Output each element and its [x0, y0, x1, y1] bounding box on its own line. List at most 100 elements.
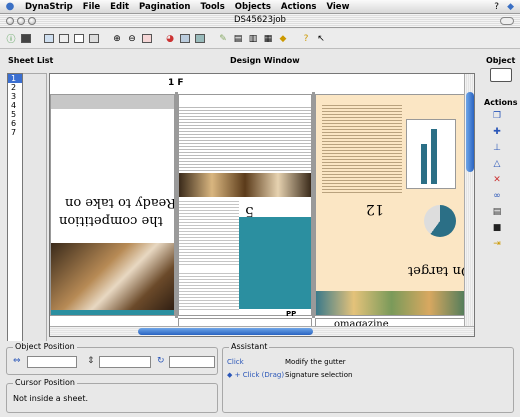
sheet-list-item[interactable]: 1: [8, 74, 22, 83]
delete-icon[interactable]: ✕: [490, 174, 504, 185]
y-position-field[interactable]: [99, 356, 151, 368]
object-position-group: Object Position ⇔ ⇕ ↻: [6, 342, 218, 375]
actions-palette: ❐ ✚ ⊥ △ ✕ ∞ ▤ ■ ⇥: [490, 110, 504, 249]
text-column-block: [179, 105, 311, 171]
apple-menu-icon[interactable]: ●: [0, 1, 20, 12]
horizontal-scroll-thumb[interactable]: [138, 328, 313, 335]
menu-view[interactable]: View: [321, 2, 354, 12]
horizontal-scrollbar[interactable]: [50, 326, 474, 336]
menu-edit[interactable]: Edit: [105, 2, 134, 12]
actions-label: Actions: [484, 98, 518, 107]
triangle-icon[interactable]: △: [490, 158, 504, 169]
stack-icon[interactable]: ▤: [490, 206, 504, 217]
page-spread-middle[interactable]: 5: [178, 94, 312, 316]
cursor-position-value: Not inside a sheet.: [13, 394, 88, 403]
window-title-bar[interactable]: DS45623job: [0, 14, 520, 28]
headline-competition: the competition: [59, 213, 163, 228]
application-switcher-icon[interactable]: ◆: [507, 2, 514, 12]
headline-ready: Ready to take on: [65, 195, 175, 210]
assistant-group: Assistant Click Modify the gutter ◆ + Cl…: [222, 342, 514, 413]
window-title: DS45623job: [234, 15, 286, 25]
design-window-label: Design Window: [230, 56, 300, 65]
command-key-icon: ◆: [227, 371, 235, 379]
vertical-arrows-icon: ⇕: [87, 356, 95, 366]
menu-file[interactable]: File: [78, 2, 105, 12]
zoom-out-icon[interactable]: ⊖: [126, 33, 138, 45]
link-icon[interactable]: ∞: [490, 190, 504, 201]
status-area: Object Position ⇔ ⇕ ↻ Cursor Position No…: [0, 341, 520, 417]
page-label-pp: PP: [286, 310, 297, 318]
assistant-action: Click: [227, 358, 244, 366]
copy-icon[interactable]: [88, 33, 100, 45]
pointer-icon[interactable]: ↖: [315, 33, 327, 45]
info-icon[interactable]: ⓘ: [5, 33, 17, 45]
sheet-list-item[interactable]: 4: [8, 101, 22, 110]
page-number-12: 12: [366, 201, 384, 217]
save-icon[interactable]: [20, 33, 32, 45]
image-strip: [179, 173, 311, 197]
body-text-left: [179, 199, 239, 267]
food-photo: [51, 243, 174, 313]
vertical-scrollbar[interactable]: [464, 74, 474, 336]
duplicate-icon[interactable]: ❐: [490, 110, 504, 121]
sheet-list-item[interactable]: 6: [8, 119, 22, 128]
object-position-label: Object Position: [13, 342, 77, 351]
sheet-list-item[interactable]: 2: [8, 83, 22, 92]
menu-dynastrip[interactable]: DynaStrip: [20, 2, 78, 12]
body-text-lower: [179, 271, 239, 311]
x-position-field[interactable]: [27, 356, 77, 368]
cursor-position-label: Cursor Position: [13, 378, 77, 387]
align-icon[interactable]: ⊥: [490, 142, 504, 153]
assistant-label: Assistant: [229, 342, 270, 351]
body-text-columns: [322, 103, 402, 193]
sheet-list[interactable]: 1 2 3 4 5 6 7: [7, 73, 23, 343]
sheet-list-item[interactable]: 7: [8, 128, 22, 137]
layout-icon[interactable]: [194, 33, 206, 45]
sheet-list-label: Sheet List: [8, 56, 54, 65]
menu-pagination[interactable]: Pagination: [134, 2, 195, 12]
menu-actions[interactable]: Actions: [276, 2, 322, 12]
move-icon[interactable]: ⇥: [490, 238, 504, 249]
headline-on-target: On target: [408, 263, 466, 278]
vertical-scroll-thumb[interactable]: [466, 92, 474, 172]
fill-icon[interactable]: ■: [490, 222, 504, 233]
object-preview[interactable]: [490, 68, 512, 82]
zoom-in-icon[interactable]: ⊕: [111, 33, 123, 45]
help-menu-icon[interactable]: ?: [494, 2, 499, 12]
pie-graphic: [424, 205, 456, 237]
page-spread-left[interactable]: the competition Ready to take on: [50, 94, 175, 316]
sheet-list-item[interactable]: 5: [8, 110, 22, 119]
rotate-icon: ↻: [157, 356, 165, 366]
output-icon[interactable]: ▦: [262, 33, 274, 45]
sheet-icon[interactable]: [58, 33, 70, 45]
add-icon[interactable]: ✚: [490, 126, 504, 137]
new-sheet-icon[interactable]: [43, 33, 55, 45]
sheet-list-scroll-area: [23, 73, 47, 343]
toolbar: ⓘ ⊕ ⊖ ◕ ✎ ▤ ▥ ▦ ◆ ? ↖: [0, 29, 520, 49]
rotation-field[interactable]: [169, 356, 215, 368]
pages-icon[interactable]: [73, 33, 85, 45]
layers-icon[interactable]: [179, 33, 191, 45]
design-window[interactable]: 1 F the competition Ready to take on 5 1…: [49, 73, 475, 337]
sidebar-chart: [406, 119, 456, 189]
menu-objects[interactable]: Objects: [230, 2, 276, 12]
toolbar-toggle-button[interactable]: [500, 17, 514, 25]
footer-image: [316, 291, 465, 315]
chart-bar: [431, 129, 437, 184]
print-icon[interactable]: ▤: [232, 33, 244, 45]
sheet-list-item[interactable]: 3: [8, 92, 22, 101]
zoom-fit-icon[interactable]: [141, 33, 153, 45]
edit-icon[interactable]: ✎: [217, 33, 229, 45]
press-icon[interactable]: ▥: [247, 33, 259, 45]
page-header-bar: [51, 95, 174, 109]
tag-icon[interactable]: ◆: [277, 33, 289, 45]
help-icon[interactable]: ?: [300, 33, 312, 45]
color-wheel-icon[interactable]: ◕: [164, 33, 176, 45]
chart-bar: [421, 144, 427, 184]
sheet-side-label: 1 F: [168, 78, 184, 88]
menu-tools[interactable]: Tools: [195, 2, 229, 12]
assistant-action-text: + Click (Drag): [234, 371, 285, 379]
horizontal-arrows-icon: ⇔: [13, 356, 21, 366]
teal-band: [51, 310, 174, 315]
page-spread-right[interactable]: 12 On target: [315, 94, 466, 316]
